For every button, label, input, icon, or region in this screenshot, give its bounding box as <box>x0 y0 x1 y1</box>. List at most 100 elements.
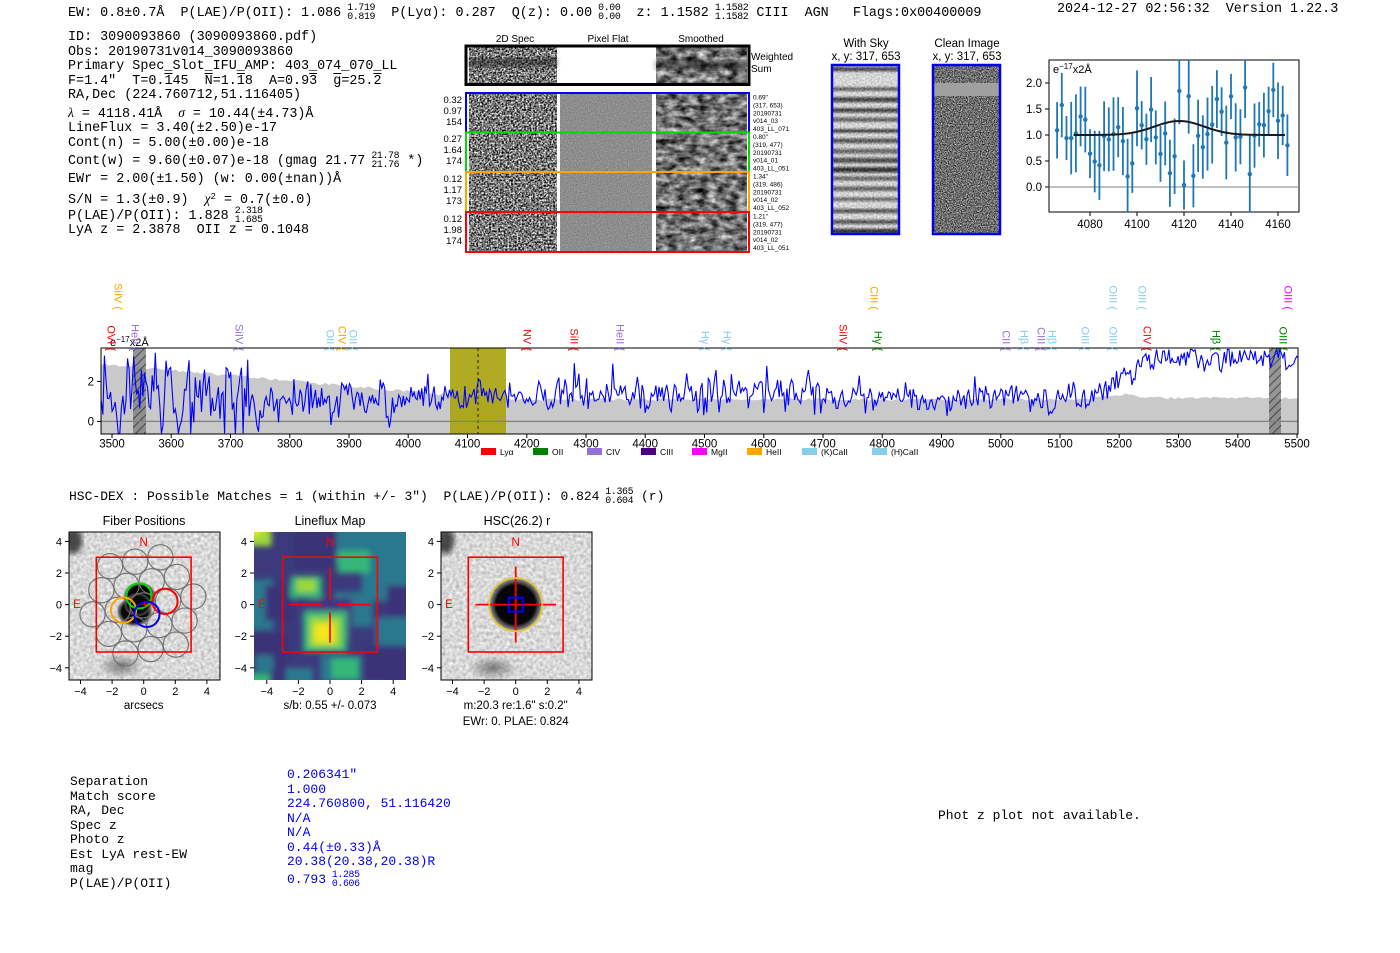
svg-text:1.17: 1.17 <box>444 185 463 196</box>
svg-text:3800: 3800 <box>277 439 303 451</box>
svg-text:3500: 3500 <box>99 439 125 451</box>
svg-text:(319, 477): (319, 477) <box>753 221 783 228</box>
svg-text:v014_02: v014_02 <box>753 197 778 204</box>
svg-text:N: N <box>326 537 334 549</box>
svg-text:−2: −2 <box>49 631 62 643</box>
svg-text:2: 2 <box>359 686 365 698</box>
svg-text:Lineflux Map: Lineflux Map <box>295 514 366 528</box>
svg-text:Fiber Positions: Fiber Positions <box>103 514 186 528</box>
svg-text:1.64: 1.64 <box>444 145 463 156</box>
svg-text:0: 0 <box>513 686 519 698</box>
svg-text:4: 4 <box>241 536 247 548</box>
svg-text:−2: −2 <box>292 686 305 698</box>
svg-text:SiIV {: SiIV { <box>837 324 849 351</box>
svg-text:2: 2 <box>88 376 94 388</box>
svg-text:−4: −4 <box>261 686 274 698</box>
svg-text:0: 0 <box>327 686 333 698</box>
svg-text:0.12: 0.12 <box>444 174 463 185</box>
svg-text:MgII: MgII <box>711 447 728 457</box>
svg-text:−4: −4 <box>446 686 459 698</box>
svg-text:Hγ {: Hγ { <box>699 331 711 352</box>
svg-text:CIV {: CIV { <box>1141 326 1153 351</box>
svg-text:174: 174 <box>446 236 462 247</box>
svg-text:0: 0 <box>56 600 62 612</box>
svg-text:OII {: OII { <box>324 330 336 352</box>
svg-text:0: 0 <box>241 600 247 612</box>
svg-text:4900: 4900 <box>929 439 955 451</box>
svg-text:4: 4 <box>204 686 210 698</box>
svg-text:(317, 653): (317, 653) <box>753 102 783 109</box>
svg-text:5100: 5100 <box>1047 439 1073 451</box>
svg-text:3700: 3700 <box>218 439 244 451</box>
svg-text:−2: −2 <box>234 631 247 643</box>
svg-text:2D Spec: 2D Spec <box>496 34 534 45</box>
svg-text:Clean Image: Clean Image <box>934 38 999 50</box>
svg-text:OII: OII <box>552 447 563 457</box>
svg-text:173: 173 <box>446 196 462 207</box>
svg-text:v014_01: v014_01 <box>753 158 778 165</box>
svg-text:Hβ {: Hβ { <box>1210 330 1222 351</box>
svg-text:3600: 3600 <box>158 439 184 451</box>
svg-text:CII {: CII { <box>1000 330 1012 351</box>
svg-text:v014_02: v014_02 <box>753 237 778 244</box>
svg-text:E: E <box>258 599 266 611</box>
svg-text:OIII {: OIII { <box>1079 327 1091 352</box>
svg-text:HeII {: HeII { <box>129 324 141 351</box>
svg-text:0.5: 0.5 <box>1026 156 1042 168</box>
svg-text:(319, 486): (319, 486) <box>753 181 783 188</box>
svg-text:4100: 4100 <box>1124 219 1150 231</box>
svg-text:20190731: 20190731 <box>753 189 782 196</box>
svg-text:m:20.3 re:1.6" s:0.2": m:20.3 re:1.6" s:0.2" <box>464 700 568 712</box>
svg-text:−2: −2 <box>478 686 491 698</box>
svg-text:3900: 3900 <box>336 439 362 451</box>
svg-text:OIII (: OIII ( <box>1282 286 1294 311</box>
svg-text:Hβ {: Hβ { <box>1018 330 1030 351</box>
svg-text:HeII {: HeII { <box>614 324 626 351</box>
svg-text:(319, 477): (319, 477) <box>753 142 783 149</box>
svg-text:CIII {: CIII { <box>1035 327 1047 351</box>
svg-text:2: 2 <box>56 568 62 580</box>
svg-text:SiIV {: SiIV { <box>233 324 245 351</box>
svg-text:1.5: 1.5 <box>1026 104 1042 116</box>
svg-text:−4: −4 <box>234 663 247 675</box>
svg-text:EWr: 0. PLAE: 0.824: EWr: 0. PLAE: 0.824 <box>463 716 570 728</box>
svg-text:2: 2 <box>172 686 178 698</box>
svg-text:−2: −2 <box>421 631 434 643</box>
svg-text:0.32: 0.32 <box>444 95 463 106</box>
svg-text:0.69": 0.69" <box>753 95 769 102</box>
svg-text:2: 2 <box>428 568 434 580</box>
svg-text:OII {: OII { <box>347 330 359 352</box>
svg-text:−4: −4 <box>74 686 87 698</box>
svg-text:Hβ {: Hβ { <box>1046 330 1058 351</box>
svg-text:0.80": 0.80" <box>753 134 769 141</box>
svg-text:OIII {: OIII { <box>1277 327 1289 352</box>
svg-text:0.12: 0.12 <box>444 214 463 225</box>
svg-text:e−17x2Å: e−17x2Å <box>1053 62 1092 76</box>
svg-text:x, y: 317, 653: x, y: 317, 653 <box>932 51 1001 63</box>
svg-text:E: E <box>73 599 81 611</box>
svg-text:(K)CaII: (K)CaII <box>821 447 848 457</box>
svg-text:154: 154 <box>446 117 462 128</box>
svg-text:1.98: 1.98 <box>444 225 463 236</box>
svg-text:403_LL_051: 403_LL_051 <box>753 166 790 173</box>
svg-text:Pixel Flat: Pixel Flat <box>587 34 628 45</box>
svg-text:NV {: NV { <box>521 329 533 351</box>
svg-text:OIII (: OIII ( <box>1136 286 1148 311</box>
svg-text:0.27: 0.27 <box>444 134 463 145</box>
svg-text:20190731: 20190731 <box>753 229 782 236</box>
svg-text:0: 0 <box>428 600 434 612</box>
svg-text:403_LL_071: 403_LL_071 <box>753 126 790 133</box>
svg-text:CIII (: CIII ( <box>868 286 880 310</box>
svg-text:4000: 4000 <box>395 439 421 451</box>
svg-text:OIII (: OIII ( <box>1107 286 1119 311</box>
svg-text:N: N <box>140 537 148 549</box>
svg-text:1.34": 1.34" <box>753 174 769 181</box>
svg-text:OIII {: OIII { <box>1107 327 1119 352</box>
svg-text:(H)CaII: (H)CaII <box>891 447 918 457</box>
svg-text:4: 4 <box>390 686 396 698</box>
svg-text:Smoothed: Smoothed <box>678 34 724 45</box>
svg-text:4160: 4160 <box>1265 219 1291 231</box>
svg-text:0: 0 <box>141 686 147 698</box>
svg-text:HeII: HeII <box>766 447 782 457</box>
svg-text:Hγ {: Hγ { <box>872 331 884 352</box>
